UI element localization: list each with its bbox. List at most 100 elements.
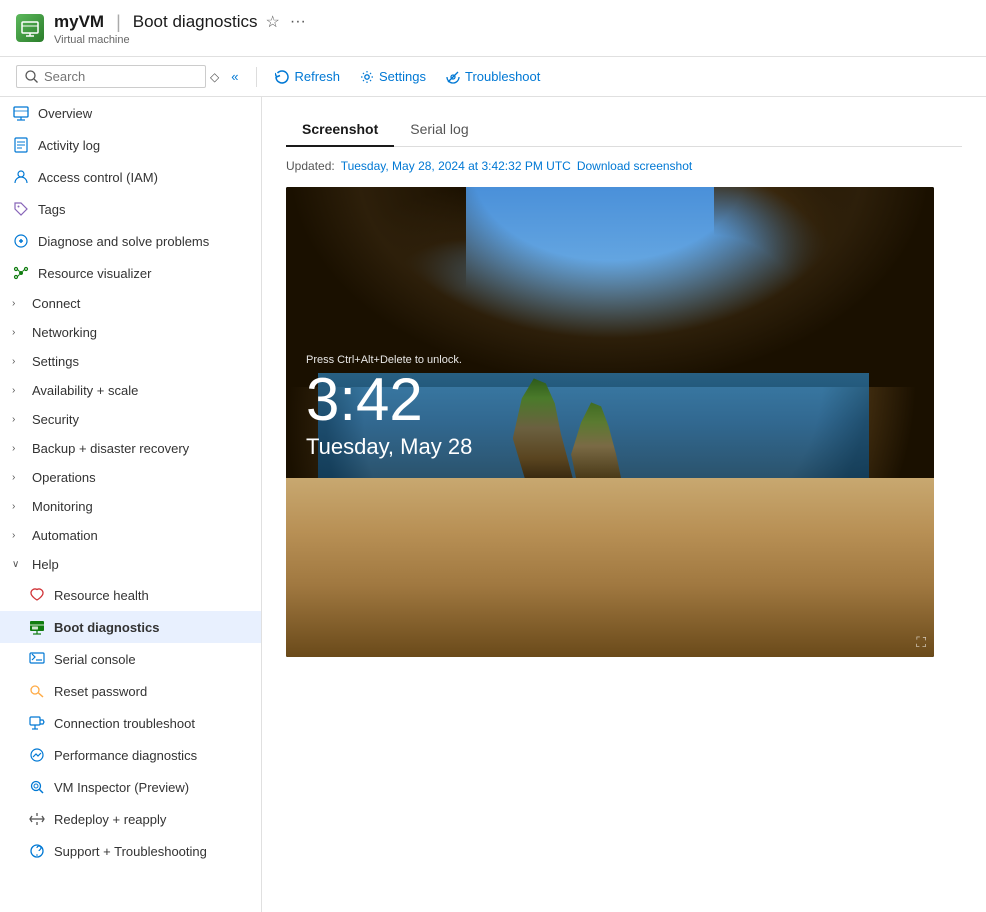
vm-screen-content: Press Ctrl+Alt+Delete to unlock. 3:42 Tu… xyxy=(286,187,934,657)
diagnose-icon xyxy=(12,232,30,250)
sidebar-item-boot-diagnostics[interactable]: Boot diagnostics xyxy=(0,611,261,643)
support-icon xyxy=(28,842,46,860)
top-header: myVM | Boot diagnostics ☆ ··· Virtual ma… xyxy=(0,0,986,57)
app-icon xyxy=(16,14,44,42)
resource-health-label: Resource health xyxy=(54,588,149,603)
sidebar-item-resource-health[interactable]: Resource health xyxy=(0,579,261,611)
download-screenshot-link[interactable]: Download screenshot xyxy=(577,159,692,173)
sidebar-item-help[interactable]: ∨ Help xyxy=(0,550,261,579)
tab-serial-log[interactable]: Serial log xyxy=(394,113,484,147)
sidebar-item-monitoring[interactable]: › Monitoring xyxy=(0,492,261,521)
performance-diagnostics-label: Performance diagnostics xyxy=(54,748,197,763)
sidebar-item-resource-visualizer[interactable]: Resource visualizer xyxy=(0,257,261,289)
overview-label: Overview xyxy=(38,106,92,121)
iam-icon xyxy=(12,168,30,186)
chevron-right-icon: › xyxy=(12,327,24,338)
chevron-right-icon: › xyxy=(12,298,24,309)
sidebar-item-overview[interactable]: Overview xyxy=(0,97,261,129)
lock-date: Tuesday, May 28 xyxy=(306,434,472,460)
troubleshoot-label: Troubleshoot xyxy=(465,69,540,84)
sidebar-item-performance-diagnostics[interactable]: Performance diagnostics xyxy=(0,739,261,771)
refresh-icon xyxy=(275,70,289,84)
serial-console-icon xyxy=(28,650,46,668)
settings-button[interactable]: Settings xyxy=(352,65,434,88)
sidebar-item-settings[interactable]: › Settings xyxy=(0,347,261,376)
chevron-right-icon: › xyxy=(12,443,24,454)
sidebar-item-automation[interactable]: › Automation xyxy=(0,521,261,550)
diagnose-label: Diagnose and solve problems xyxy=(38,234,209,249)
more-options-button[interactable]: ··· xyxy=(288,11,308,33)
sidebar-item-security[interactable]: › Security xyxy=(0,405,261,434)
activity-log-label: Activity log xyxy=(38,138,100,153)
sidebar-item-backup[interactable]: › Backup + disaster recovery xyxy=(0,434,261,463)
sidebar-item-connect[interactable]: › Connect xyxy=(0,289,261,318)
sidebar-item-connection-troubleshoot[interactable]: Connection troubleshoot xyxy=(0,707,261,739)
chevron-right-icon: › xyxy=(12,356,24,367)
boot-diagnostics-icon xyxy=(28,618,46,636)
toolbar: ◇ « Refresh Settings Troubleshoot xyxy=(0,57,986,97)
sidebar-item-networking[interactable]: › Networking xyxy=(0,318,261,347)
search-input[interactable] xyxy=(44,69,184,84)
refresh-label: Refresh xyxy=(294,69,340,84)
tab-screenshot[interactable]: Screenshot xyxy=(286,113,394,147)
availability-scale-label: Availability + scale xyxy=(32,383,138,398)
sidebar-item-serial-console[interactable]: Serial console xyxy=(0,643,261,675)
vm-inspector-label: VM Inspector (Preview) xyxy=(54,780,189,795)
updated-label: Updated: xyxy=(286,159,335,173)
sidebar-item-diagnose[interactable]: Diagnose and solve problems xyxy=(0,225,261,257)
serial-console-label: Serial console xyxy=(54,652,136,667)
sidebar-item-tags[interactable]: Tags xyxy=(0,193,261,225)
visualizer-icon xyxy=(12,264,30,282)
header-separator: | xyxy=(116,12,121,33)
vm-name: myVM xyxy=(54,12,104,32)
backup-label: Backup + disaster recovery xyxy=(32,441,189,456)
sidebar-item-access-control[interactable]: Access control (IAM) xyxy=(0,161,261,193)
search-box[interactable] xyxy=(16,65,206,88)
sidebar-item-vm-inspector[interactable]: VM Inspector (Preview) xyxy=(0,771,261,803)
connection-troubleshoot-label: Connection troubleshoot xyxy=(54,716,195,731)
header-title-group: myVM | Boot diagnostics ☆ ··· Virtual ma… xyxy=(54,10,308,46)
networking-label: Networking xyxy=(32,325,97,340)
sidebar-item-reset-password[interactable]: Reset password xyxy=(0,675,261,707)
vm-screenshot: Press Ctrl+Alt+Delete to unlock. 3:42 Tu… xyxy=(286,187,934,657)
settings-label: Settings xyxy=(379,69,426,84)
sidebar-item-support-troubleshooting[interactable]: Support + Troubleshooting xyxy=(0,835,261,867)
header-subtitle: Virtual machine xyxy=(54,34,308,46)
help-label: Help xyxy=(32,557,59,572)
sidebar-item-activity-log[interactable]: Activity log xyxy=(0,129,261,161)
sidebar-item-redeploy-reapply[interactable]: Redeploy + reapply xyxy=(0,803,261,835)
main-layout: Overview Activity log Access control (IA… xyxy=(0,97,986,912)
refresh-button[interactable]: Refresh xyxy=(267,65,348,88)
sidebar-item-operations[interactable]: › Operations xyxy=(0,463,261,492)
access-control-label: Access control (IAM) xyxy=(38,170,158,185)
settings-icon xyxy=(360,70,374,84)
lock-screen-text: Press Ctrl+Alt+Delete to unlock. 3:42 Tu… xyxy=(306,354,472,460)
chevron-down-icon: ∨ xyxy=(12,559,24,570)
search-icon xyxy=(25,70,38,83)
tags-label: Tags xyxy=(38,202,65,217)
tags-icon xyxy=(12,200,30,218)
collapse-icon: « xyxy=(231,69,238,84)
collapse-button[interactable]: « xyxy=(223,65,246,88)
chevron-right-icon: › xyxy=(12,385,24,396)
key-icon xyxy=(28,682,46,700)
heart-icon xyxy=(28,586,46,604)
sidebar-item-availability-scale[interactable]: › Availability + scale xyxy=(0,376,261,405)
monitor-icon xyxy=(12,104,30,122)
chevron-right-icon: › xyxy=(12,414,24,425)
chevron-right-icon: › xyxy=(12,501,24,512)
boot-diagnostics-label: Boot diagnostics xyxy=(54,620,159,635)
reset-password-label: Reset password xyxy=(54,684,147,699)
support-troubleshooting-label: Support + Troubleshooting xyxy=(54,844,207,859)
sand-beach xyxy=(286,478,934,657)
operations-label: Operations xyxy=(32,470,96,485)
favorite-button[interactable]: ☆ xyxy=(264,10,282,34)
troubleshoot-button[interactable]: Troubleshoot xyxy=(438,65,548,88)
toolbar-separator xyxy=(256,67,257,87)
page-title: Boot diagnostics xyxy=(133,12,258,32)
chevron-right-icon: › xyxy=(12,472,24,483)
main-content: Screenshot Serial log Updated: Tuesday, … xyxy=(262,97,986,912)
content-tabs: Screenshot Serial log xyxy=(286,113,962,147)
resource-visualizer-label: Resource visualizer xyxy=(38,266,151,281)
performance-diagnostics-icon xyxy=(28,746,46,764)
